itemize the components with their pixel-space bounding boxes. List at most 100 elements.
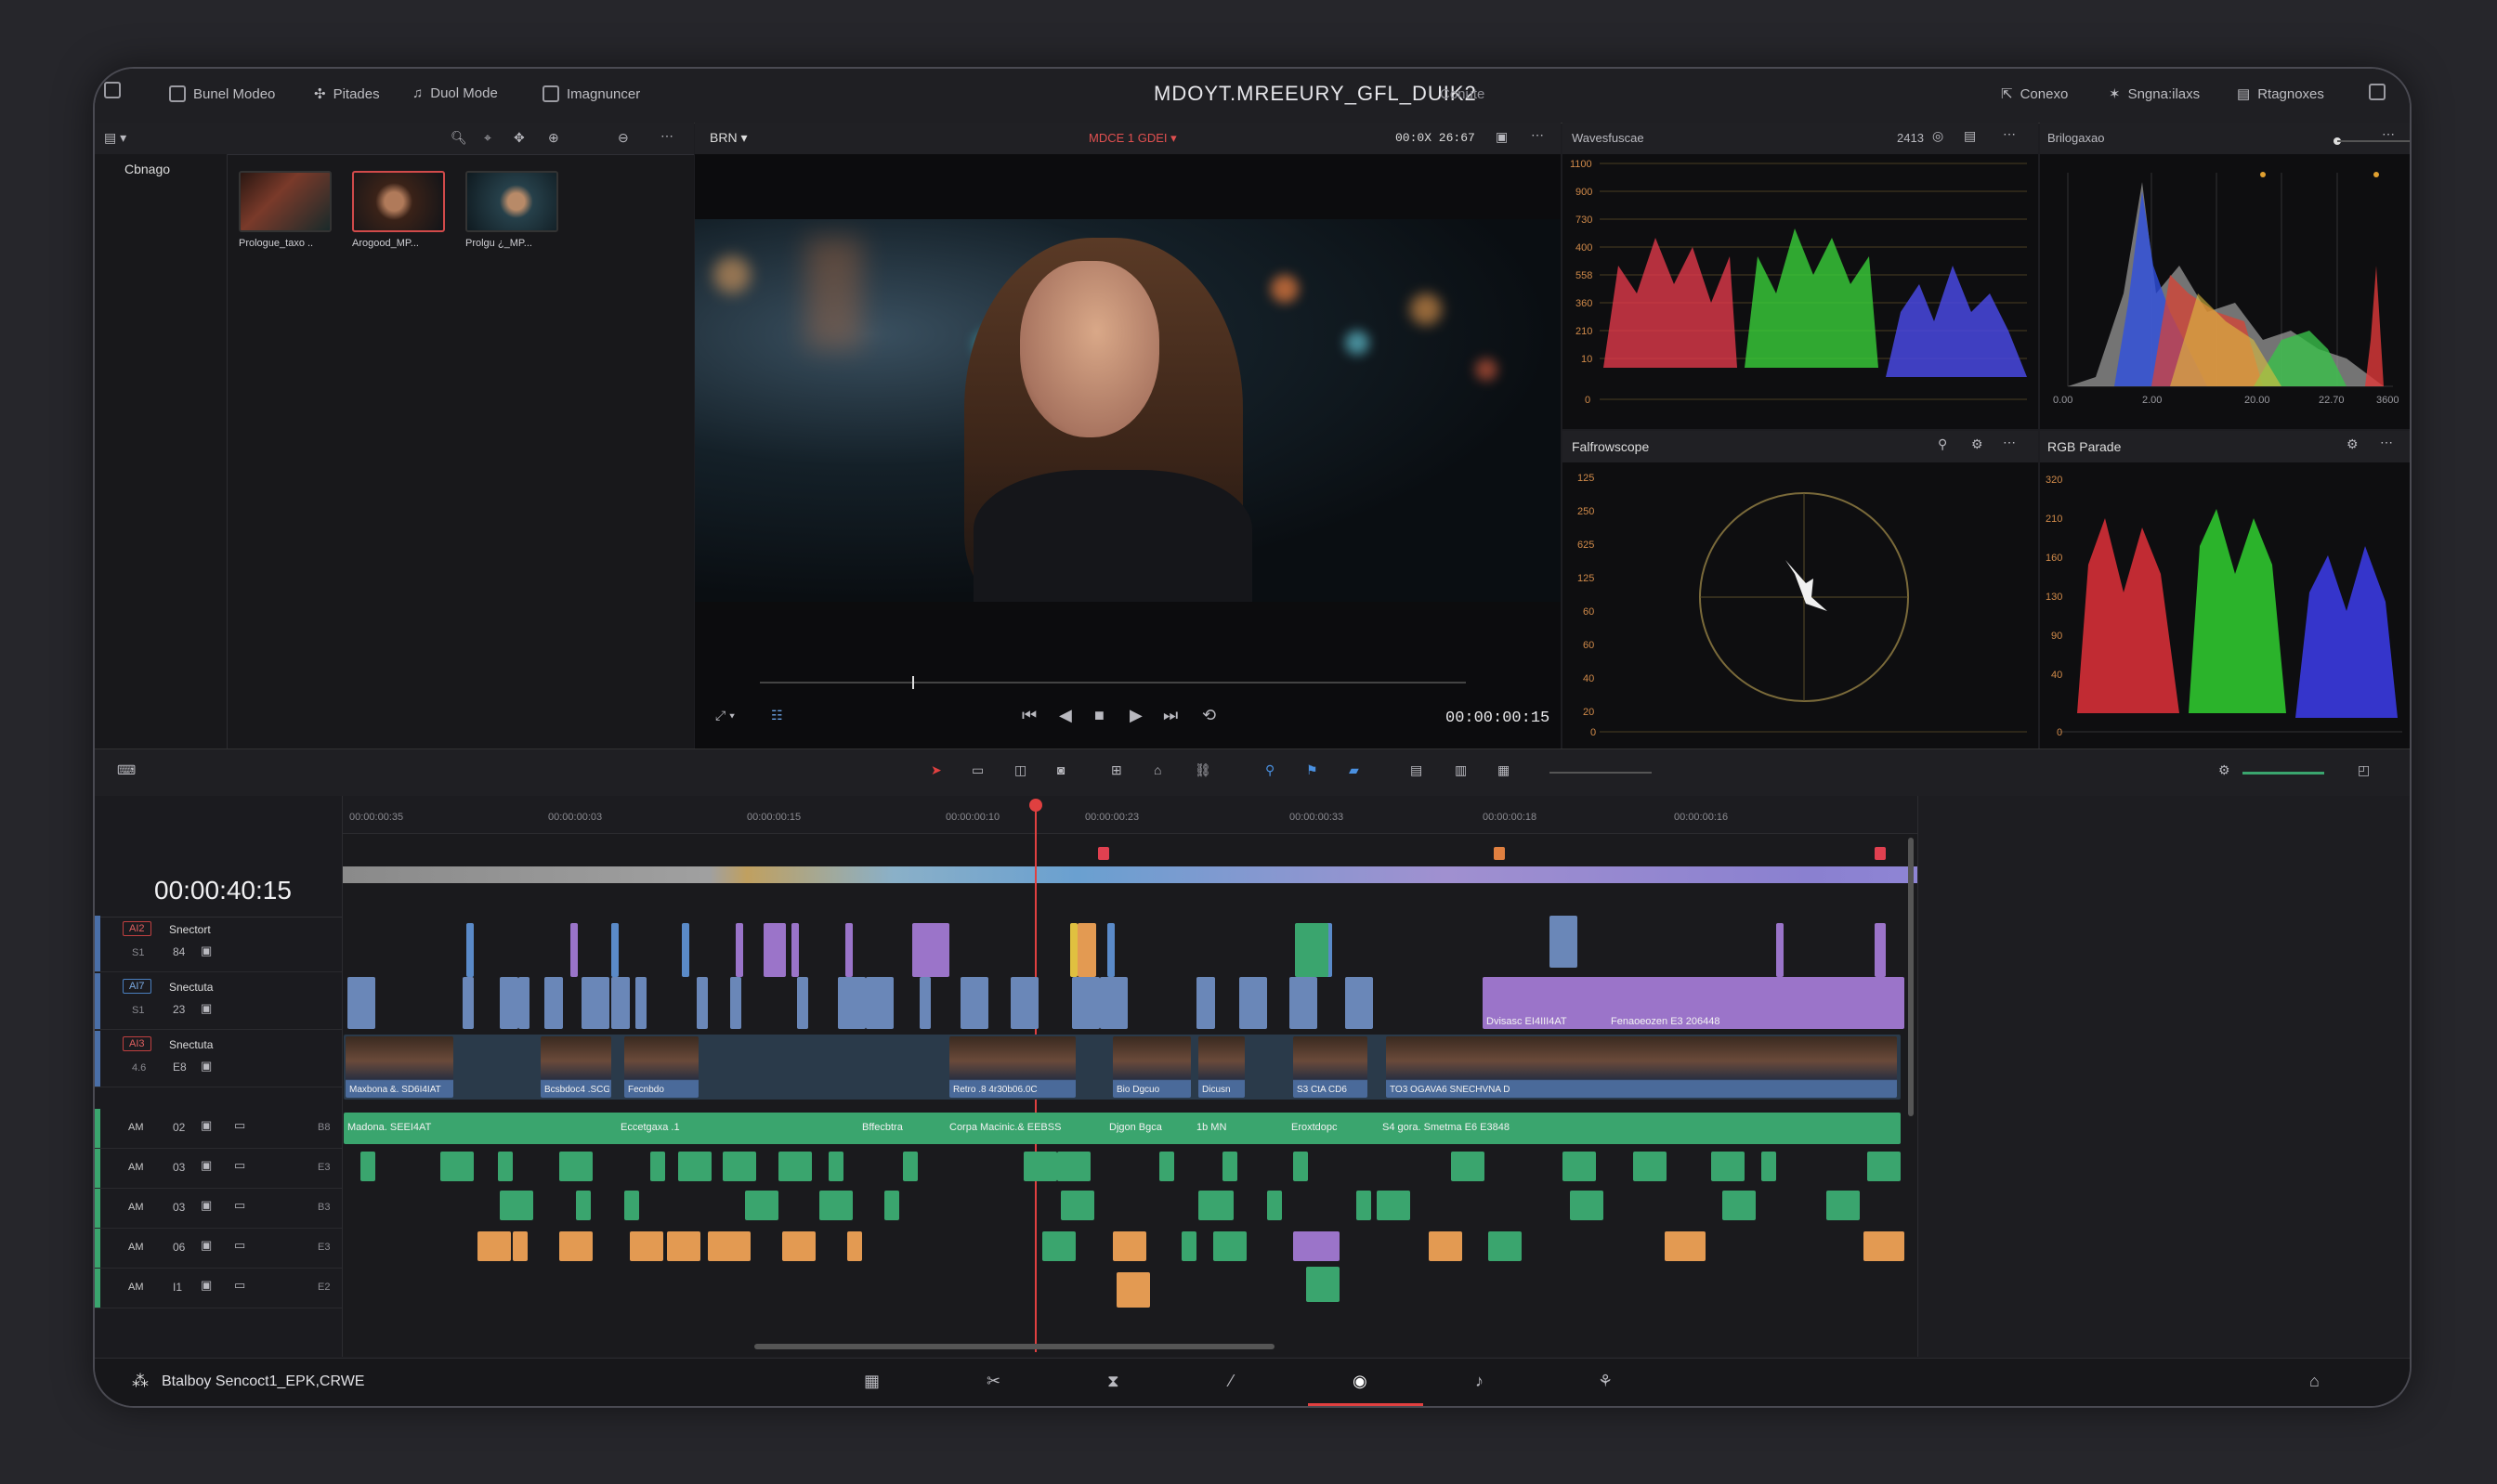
diagnostics-button[interactable]: ▤ Rtagnoxes xyxy=(2237,85,2324,103)
mute-icon[interactable]: ▣ xyxy=(201,1238,212,1253)
timeline-settings-icon[interactable]: ⚙ xyxy=(2218,762,2230,778)
page-fairlight-icon[interactable]: ♪ xyxy=(1475,1372,1484,1391)
scope-settings-icon[interactable]: ⚙ xyxy=(2347,436,2359,452)
page-edit-icon[interactable]: ⧗ xyxy=(1107,1372,1119,1391)
mic-icon[interactable]: ⚲ xyxy=(1938,436,1947,452)
audio-track-header[interactable]: AM 03 ▣ ▭ B3 xyxy=(95,1189,342,1229)
timeline-clip[interactable] xyxy=(544,977,563,1029)
timeline-ruler[interactable] xyxy=(343,796,2178,834)
playhead-handle[interactable] xyxy=(1029,799,1042,812)
media-clip-2[interactable]: Arogood_MP... xyxy=(352,171,445,249)
timeline-clip[interactable] xyxy=(1100,977,1128,1029)
timeline-clip[interactable] xyxy=(961,977,988,1029)
timeline-clip[interactable] xyxy=(1070,923,1078,977)
signals-button[interactable]: ✶ Sngna:ilaxs xyxy=(2109,85,2200,103)
timeline-clip[interactable] xyxy=(635,977,647,1029)
image-mode-button[interactable]: Imagnuncer xyxy=(543,85,640,102)
timeline-clip[interactable] xyxy=(730,977,741,1029)
trim-tool-icon[interactable]: ▭ xyxy=(972,762,984,778)
viewer-dropdown[interactable]: BRN ▾ xyxy=(710,130,747,146)
viewer-playhead[interactable] xyxy=(912,676,914,689)
skip-back-icon[interactable]: ⏮ xyxy=(1022,706,1037,725)
pointer-tool-icon[interactable]: ➤ xyxy=(931,762,942,778)
timeline-clip[interactable] xyxy=(1107,923,1115,977)
paint-icon[interactable]: ⌂ xyxy=(1154,762,1161,777)
timeline-clip[interactable] xyxy=(611,977,630,1029)
timeline-clip[interactable] xyxy=(1159,1152,1174,1181)
timeline-clip[interactable] xyxy=(764,923,786,977)
timeline-marker[interactable] xyxy=(1098,847,1109,860)
step-back-icon[interactable]: ◀ xyxy=(1059,706,1072,725)
viewer-mode-dropdown[interactable]: MDCE 1 GDEI ▾ xyxy=(1089,131,1177,146)
timeline-more-icon[interactable]: ◰ xyxy=(2358,762,2370,778)
timeline-clip[interactable] xyxy=(845,923,853,977)
timeline-clip[interactable] xyxy=(500,1191,533,1220)
marker-icon[interactable]: ☷ xyxy=(771,708,783,723)
timeline-clip[interactable] xyxy=(1488,1231,1522,1261)
timeline-clip[interactable] xyxy=(518,977,529,1029)
timeline-clip[interactable] xyxy=(819,1191,853,1220)
timeline-clip[interactable] xyxy=(1345,977,1373,1029)
cut-mode-button[interactable]: ✣ Pitades xyxy=(314,85,380,103)
timeline-clip[interactable] xyxy=(1267,1191,1282,1220)
timeline-clip[interactable] xyxy=(1306,1267,1340,1302)
timeline-clip[interactable] xyxy=(829,1152,843,1181)
timeline-clip[interactable] xyxy=(477,1231,511,1261)
timeline-clip[interactable] xyxy=(582,977,609,1029)
keyboard-icon[interactable]: ⌨ xyxy=(117,762,136,778)
split-icon[interactable]: ⊞ xyxy=(1111,762,1122,778)
audio-track-header[interactable]: AM I1 ▣ ▭ E2 xyxy=(95,1269,342,1308)
timeline-clip[interactable] xyxy=(1057,1152,1091,1181)
page-color-icon[interactable]: ◉ xyxy=(1353,1372,1367,1391)
layout-icon[interactable]: ▤ xyxy=(1964,128,1976,144)
timeline-clip[interactable] xyxy=(682,923,689,977)
timeline-clip[interactable] xyxy=(1295,923,1328,977)
timeline-clip[interactable] xyxy=(1549,916,1577,968)
timeline-clip[interactable] xyxy=(745,1191,778,1220)
timeline-clip[interactable] xyxy=(498,1152,513,1181)
more-icon[interactable]: ⋯ xyxy=(2380,435,2393,450)
audio-track-header[interactable]: AM 03 ▣ ▭ E3 xyxy=(95,1149,342,1189)
page-media-icon[interactable]: ▦ xyxy=(864,1372,880,1391)
timeline-clip[interactable] xyxy=(1377,1191,1410,1220)
timeline-clip[interactable] xyxy=(576,1191,591,1220)
fullscreen-icon[interactable] xyxy=(2369,84,2386,105)
timeline-clip[interactable] xyxy=(440,1152,474,1181)
timeline-clip[interactable] xyxy=(912,923,949,977)
viewer-scrubber[interactable] xyxy=(760,682,1466,683)
settings-circle-icon[interactable]: ◎ xyxy=(1932,128,1943,144)
timeline-clip[interactable] xyxy=(1761,1152,1776,1181)
page-deliver-icon[interactable]: ⚘ xyxy=(1598,1372,1613,1391)
timeline-clip[interactable] xyxy=(1293,1231,1340,1261)
timeline-clip[interactable] xyxy=(1042,1231,1076,1261)
timeline-clip[interactable] xyxy=(778,1152,812,1181)
timeline-clip[interactable] xyxy=(1024,1152,1057,1181)
stop-icon[interactable]: ■ xyxy=(1094,706,1105,725)
timeline-marker[interactable] xyxy=(1494,847,1505,860)
timeline-clip[interactable] xyxy=(1722,1191,1756,1220)
timeline-clip[interactable] xyxy=(1633,1152,1667,1181)
replace-icon[interactable]: ▥ xyxy=(1455,762,1467,778)
timeline-clip[interactable] xyxy=(1867,1152,1901,1181)
timeline-clip[interactable] xyxy=(1289,977,1317,1029)
timeline-clip[interactable] xyxy=(782,1231,816,1261)
timeline-clip[interactable] xyxy=(624,1191,639,1220)
timeline-clip[interactable] xyxy=(1078,923,1096,977)
media-clip-3[interactable]: Prolgu ¿_MP... xyxy=(465,171,558,249)
timeline-clip[interactable] xyxy=(463,977,474,1029)
timeline-clip[interactable] xyxy=(723,1152,756,1181)
timeline-clip[interactable] xyxy=(1072,977,1100,1029)
timeline-clip[interactable] xyxy=(1562,1152,1596,1181)
timeline-clip[interactable] xyxy=(1570,1191,1603,1220)
viewer-layout-icon[interactable]: ▣ xyxy=(1496,129,1508,145)
zoom-in-icon[interactable]: ⊕ xyxy=(548,130,559,146)
mute-icon[interactable]: ▣ xyxy=(201,1198,212,1213)
timeline-marker[interactable] xyxy=(1875,847,1886,860)
video-clip[interactable]: Maxbona &. SD6I4IAT xyxy=(346,1036,453,1098)
video-clip[interactable]: Fecnbdo xyxy=(624,1036,699,1098)
scope-settings-icon[interactable]: ⚙ xyxy=(1971,436,1983,452)
timeline-clip[interactable] xyxy=(513,1231,528,1261)
zoom-slider[interactable] xyxy=(1549,772,1652,774)
zoom-icon[interactable]: ⊖ xyxy=(618,130,629,146)
video-clip[interactable]: S3 CtA CD6 xyxy=(1293,1036,1367,1098)
